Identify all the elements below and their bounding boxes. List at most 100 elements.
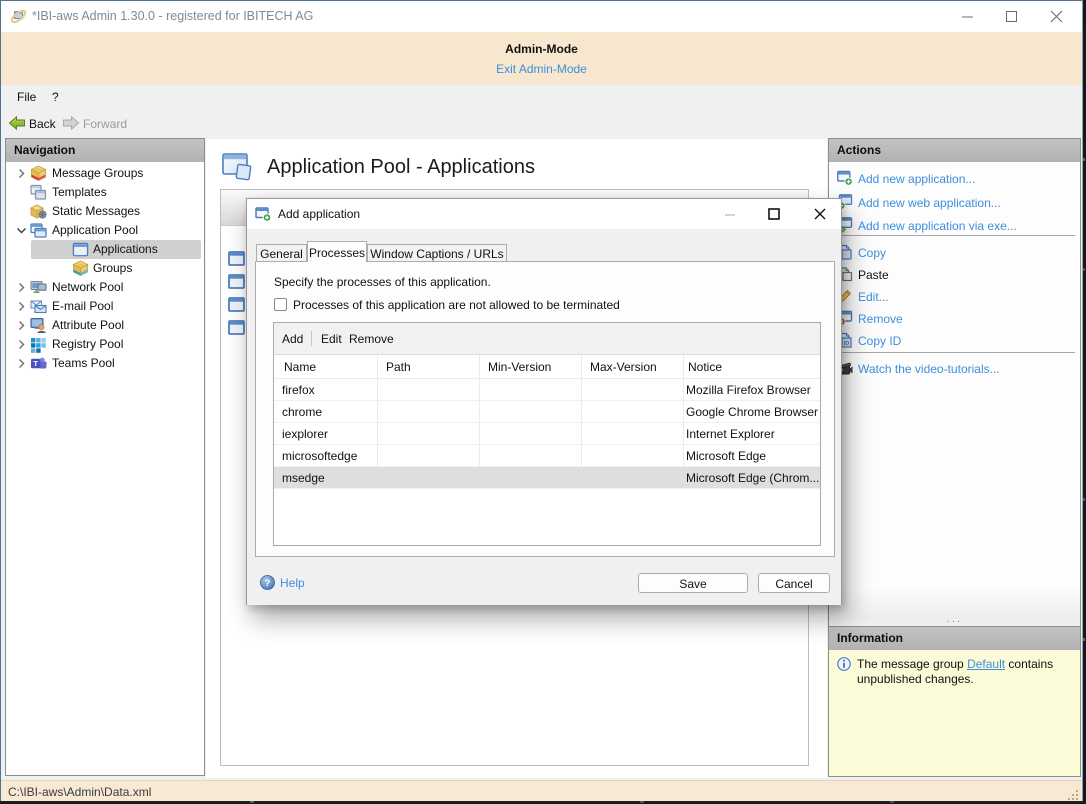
- tab-window-captions-urls[interactable]: Window Captions / URLs: [367, 244, 507, 262]
- application-row-icon[interactable]: [228, 297, 245, 312]
- tree-item-e-mail-pool[interactable]: E-mail Pool: [6, 297, 204, 316]
- process-row-chrome[interactable]: chrome Google Chrome Browser: [274, 401, 820, 423]
- process-row-firefox[interactable]: firefox Mozilla Firefox Browser: [274, 379, 820, 401]
- chevron-right-icon[interactable]: [14, 299, 29, 314]
- chevron-right-icon[interactable]: [14, 166, 29, 181]
- process-remove-button[interactable]: Remove: [349, 332, 394, 346]
- information-header: Information: [829, 627, 1080, 650]
- tree-item-network-pool[interactable]: Network Pool: [6, 278, 204, 297]
- help-link[interactable]: Help: [280, 576, 305, 590]
- tree-item-attribute-pool[interactable]: Attribute Pool: [6, 316, 204, 335]
- tree-item-label: Static Messages: [52, 202, 140, 221]
- dialog-title-bar: Add application: [247, 199, 841, 229]
- cell-notice: Google Chrome Browser: [686, 405, 820, 419]
- add-application-icon: [837, 170, 853, 186]
- tree-item-applications[interactable]: Applications: [6, 240, 204, 259]
- chevron-right-icon[interactable]: [14, 280, 29, 295]
- process-edit-button[interactable]: Edit: [321, 332, 342, 346]
- window-minimize-icon[interactable]: [960, 9, 975, 24]
- tree-item-application-pool[interactable]: Application Pool: [6, 221, 204, 240]
- cell-notice: Mozilla Firefox Browser: [686, 383, 820, 397]
- tree-item-label: Templates: [52, 183, 107, 202]
- svg-text:?: ?: [265, 578, 271, 589]
- action-copy-id[interactable]: IDCopy ID: [829, 332, 1080, 349]
- process-add-button[interactable]: Add: [282, 332, 303, 346]
- back-arrow-icon[interactable]: [8, 115, 26, 131]
- forward-arrow-icon: [62, 115, 80, 131]
- cell-name: iexplorer: [282, 427, 374, 441]
- back-button[interactable]: Back: [29, 117, 56, 131]
- menu-help[interactable]: ?: [52, 90, 59, 104]
- window-title: *IBI-aws Admin 1.30.0 - registered for I…: [32, 9, 313, 23]
- action-copy[interactable]: Copy: [829, 244, 1080, 261]
- dialog-maximize-icon[interactable]: [768, 208, 780, 220]
- save-button[interactable]: Save: [638, 573, 748, 593]
- panel-splitter[interactable]: ···: [828, 619, 1081, 626]
- action-paste[interactable]: Paste: [829, 266, 1080, 283]
- column-header-name[interactable]: Name: [284, 360, 316, 374]
- resize-grip-icon[interactable]: [1067, 789, 1079, 801]
- cell-name: firefox: [282, 383, 374, 397]
- menu-file[interactable]: File: [17, 90, 36, 104]
- nav-toolbar: Back Forward: [1, 110, 1082, 138]
- tree-item-label: E-mail Pool: [52, 297, 113, 316]
- application-row-icon[interactable]: [228, 251, 245, 266]
- chevron-right-icon[interactable]: [14, 356, 29, 371]
- process-row-iexplorer[interactable]: iexplorer Internet Explorer: [274, 423, 820, 445]
- tab-processes[interactable]: Processes: [307, 241, 367, 262]
- column-header-notice[interactable]: Notice: [688, 360, 722, 374]
- column-header-max-version[interactable]: Max-Version: [590, 360, 657, 374]
- cell-notice: Internet Explorer: [686, 427, 820, 441]
- information-message: The message group Default contains unpub…: [857, 657, 1069, 687]
- groups-icon: [72, 260, 89, 277]
- window-maximize-icon[interactable]: [1004, 9, 1019, 24]
- action-add-new-application-via-exe[interactable]: Add new application via exe...: [829, 217, 1080, 234]
- row-separator: [274, 488, 820, 489]
- chevron-right-icon[interactable]: [14, 318, 29, 333]
- column-separator: [479, 355, 480, 467]
- cell-name: chrome: [282, 405, 374, 419]
- menu-bar: File ?: [1, 85, 1082, 110]
- exit-admin-mode-link[interactable]: Exit Admin-Mode: [1, 62, 1082, 76]
- action-add-new-application[interactable]: Add new application...: [829, 170, 1080, 187]
- forward-button: Forward: [83, 117, 127, 131]
- tab-general[interactable]: General: [256, 244, 307, 262]
- tree-item-static-messages[interactable]: Static Messages: [6, 202, 204, 221]
- action-watch-the-video-tutorials[interactable]: Watch the video-tutorials...: [829, 360, 1080, 377]
- default-group-link[interactable]: Default: [967, 657, 1005, 671]
- cell-name: msedge: [282, 471, 374, 485]
- process-row-microsoftedge[interactable]: microsoftedgeMicrosoft Edge: [274, 445, 820, 467]
- cancel-button[interactable]: Cancel: [758, 573, 830, 593]
- help-icon[interactable]: ?: [260, 575, 275, 590]
- tree-item-groups[interactable]: Groups: [6, 259, 204, 278]
- action-label: Edit...: [858, 290, 889, 304]
- tree-item-teams-pool[interactable]: TTeams Pool: [6, 354, 204, 373]
- action-add-new-web-application[interactable]: Add new web application...: [829, 194, 1080, 211]
- chevron-right-icon[interactable]: [14, 337, 29, 352]
- application-pool-icon: [30, 222, 47, 239]
- application-row-icon[interactable]: [228, 320, 245, 335]
- templates-icon: [30, 184, 47, 201]
- terminate-checkbox[interactable]: [274, 298, 287, 311]
- column-header-path[interactable]: Path: [386, 360, 411, 374]
- add-application-dialog-icon: [255, 206, 272, 222]
- action-label: Add new web application...: [858, 196, 1001, 210]
- column-header-min-version[interactable]: Min-Version: [488, 360, 551, 374]
- tree-item-label: Message Groups: [52, 164, 143, 183]
- add-application-dialog: Add application General Processes Window…: [246, 198, 842, 605]
- action-remove[interactable]: Remove: [829, 310, 1080, 327]
- dialog-minimize-icon: [724, 210, 736, 222]
- chevron-down-icon[interactable]: [14, 223, 29, 238]
- column-separator: [581, 355, 582, 467]
- tree-item-templates[interactable]: Templates: [6, 183, 204, 202]
- process-row-msedge[interactable]: msedgeMicrosoft Edge (Chrom...: [274, 467, 820, 489]
- tree-item-registry-pool[interactable]: Registry Pool: [6, 335, 204, 354]
- dialog-close-icon[interactable]: [814, 208, 826, 220]
- window-close-icon[interactable]: [1049, 9, 1064, 24]
- status-file-path: C:\IBI-aws\Admin\Data.xml: [8, 785, 151, 799]
- applications-icon: [72, 241, 89, 258]
- tree-item-message-groups[interactable]: Message Groups: [6, 164, 204, 183]
- action-edit[interactable]: Edit...: [829, 288, 1080, 305]
- action-label: Watch the video-tutorials...: [858, 362, 1000, 376]
- application-row-icon[interactable]: [228, 274, 245, 289]
